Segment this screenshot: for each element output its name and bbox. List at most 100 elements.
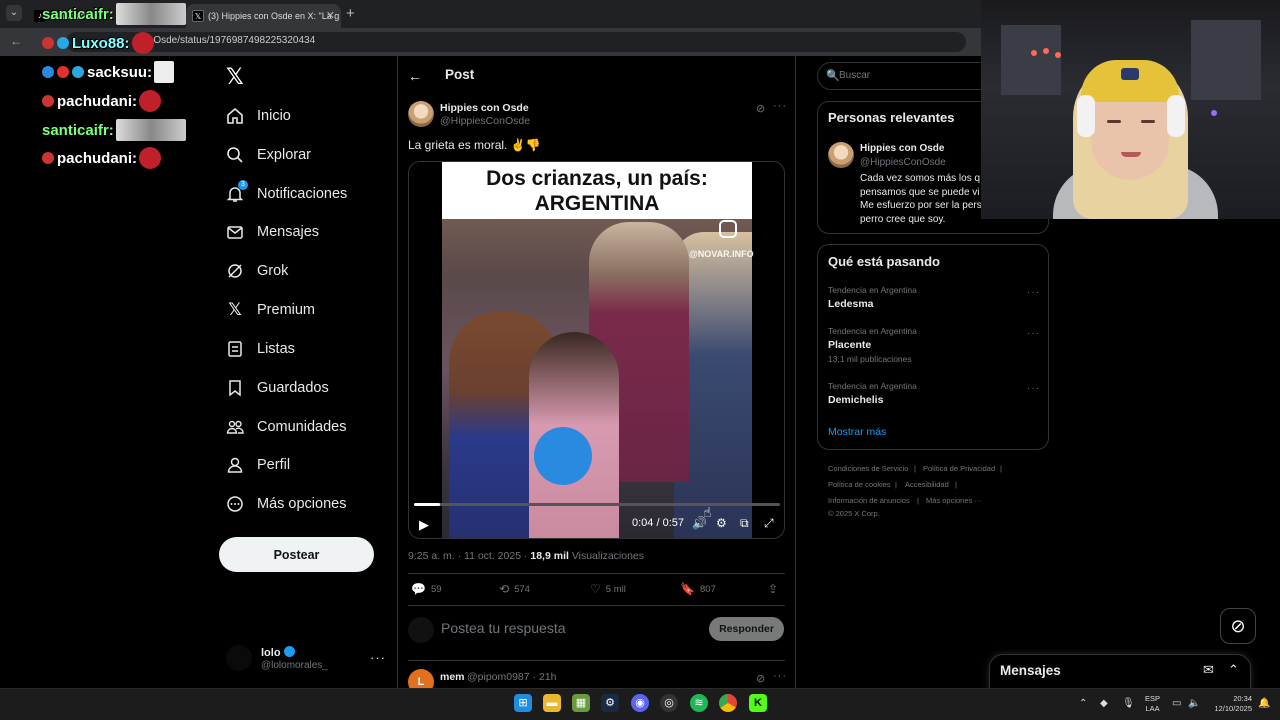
trend-name[interactable]: Placente <box>828 339 871 351</box>
clock-date: 12/10/2025 <box>1214 704 1252 713</box>
play-icon[interactable]: ▶ <box>419 517 429 533</box>
grok-explain-icon[interactable]: ⊘ <box>756 102 765 115</box>
views-label: Visualizaciones <box>568 550 645 562</box>
bio-line: Cada vez somos más los q <box>860 173 981 184</box>
nav-item-explore[interactable]: Explorar <box>226 143 311 167</box>
mouse-cursor-icon: ☝ <box>703 504 712 520</box>
like-action[interactable]: ♡ 5 mil <box>590 582 626 596</box>
reply-author-name[interactable]: mem <box>440 671 465 683</box>
windows-start-icon[interactable]: ⊞ <box>514 694 532 712</box>
search-icon: 🔍 <box>826 70 840 82</box>
author-handle[interactable]: @HippiesConOsde <box>440 115 530 127</box>
account-avatar[interactable] <box>226 645 252 671</box>
notification-bell-icon[interactable]: 🔔 <box>1258 698 1270 709</box>
new-message-icon[interactable]: ✉ <box>1203 662 1214 678</box>
new-tab-button[interactable]: + <box>346 4 355 24</box>
show-more-link[interactable]: Mostrar más <box>828 426 886 438</box>
grok-fab-button[interactable]: ⊘ <box>1220 608 1256 644</box>
obs-icon[interactable]: ◎ <box>660 694 678 712</box>
nav-label: Mensajes <box>257 224 320 240</box>
trend-name[interactable]: Demichelis <box>828 394 883 406</box>
bookmark-action[interactable]: 🔖 807 <box>680 582 716 596</box>
nav-item-messages[interactable]: Mensajes <box>226 220 319 244</box>
volume-icon[interactable]: 🔈 <box>1188 698 1200 709</box>
repost-action[interactable]: ⟲ 574 <box>499 582 530 596</box>
pip-icon[interactable]: ⧉ <box>740 516 749 531</box>
network-icon[interactable]: ▭ <box>1172 698 1181 709</box>
chat-message: santicaifr: <box>42 119 186 141</box>
divider <box>408 660 785 661</box>
search-input[interactable] <box>839 70 979 81</box>
share-action[interactable]: ⇪ <box>768 582 783 596</box>
footer-link[interactable]: Accesibilidad <box>905 480 949 489</box>
x-icon: 𝕏 <box>228 300 242 319</box>
relevant-name[interactable]: Hippies con Osde <box>860 143 944 154</box>
footer-link[interactable]: Política de Privacidad <box>923 464 995 473</box>
nav-item-bookmarks[interactable]: Guardados <box>226 376 329 400</box>
close-tab-icon[interactable]: ✕ <box>326 4 335 28</box>
reply-input[interactable]: Postea tu respuesta <box>441 620 566 636</box>
nav-item-communities[interactable]: Comunidades <box>226 415 346 439</box>
nav-item-home[interactable]: Inicio <box>226 104 291 128</box>
post-more-icon[interactable]: ··· <box>773 100 787 112</box>
nav-item-premium[interactable]: 𝕏 Premium <box>226 298 315 322</box>
video-player[interactable]: Dos crianzas, un país: ARGENTINA @NOVAR.… <box>408 161 785 539</box>
tray-chevron-icon[interactable]: ⌃ <box>1079 698 1087 709</box>
spotify-icon[interactable]: ≋ <box>690 694 708 712</box>
grok-explain-icon[interactable]: ⊘ <box>756 672 765 685</box>
nav-label: Guardados <box>257 380 329 396</box>
x-logo-icon[interactable]: 𝕏 <box>226 66 246 88</box>
trend-more-icon[interactable]: ··· <box>1027 383 1040 394</box>
nav-item-notifications[interactable]: 3 Notificaciones <box>226 180 347 206</box>
account-name-row[interactable]: lolo <box>261 646 295 659</box>
nav-item-profile[interactable]: Perfil <box>226 453 290 477</box>
language-indicator[interactable]: ESP LAA <box>1145 694 1160 714</box>
nav-label: Más opciones <box>257 496 347 512</box>
discord-icon[interactable]: ◉ <box>631 694 649 712</box>
messages-drawer-title[interactable]: Mensajes <box>1000 663 1061 678</box>
back-arrow-icon[interactable]: ← <box>408 68 422 84</box>
bio-line: perro cree que soy. <box>860 213 946 225</box>
lips-emote <box>131 32 154 54</box>
tray-app-icon[interactable]: ◆ <box>1100 698 1108 709</box>
chrome-icon[interactable] <box>719 694 737 712</box>
nav-label: Listas <box>257 341 295 357</box>
footer-link[interactable]: Condiciones de Servicio <box>828 464 908 473</box>
footer-link[interactable]: Más opciones ··· <box>926 496 982 505</box>
stream-chat-overlay: santicaifr: Luxo88: sacksuu: pachudani: … <box>0 0 200 180</box>
kick-icon[interactable]: K <box>749 694 767 712</box>
relevant-handle[interactable]: @HippiesConOsde <box>860 157 946 168</box>
relevant-avatar[interactable] <box>828 142 854 168</box>
background-light <box>1043 48 1049 54</box>
video-progress-fill <box>414 503 440 506</box>
author-avatar[interactable] <box>408 101 434 127</box>
fullscreen-icon[interactable]: ⤢ <box>764 516 774 531</box>
video-progress-bar[interactable] <box>414 503 780 506</box>
reply-more-icon[interactable]: ··· <box>773 670 787 682</box>
account-more-icon[interactable]: ··· <box>370 650 386 665</box>
nav-item-lists[interactable]: Listas <box>226 337 295 361</box>
reply-button[interactable]: Responder <box>709 617 784 641</box>
trend-more-icon[interactable]: ··· <box>1027 328 1040 339</box>
browser-tab-2[interactable]: 𝕏 (3) Hippies con Osde en X: "La g ✕ <box>186 4 341 28</box>
trend-more-icon[interactable]: ··· <box>1027 287 1040 298</box>
post-button[interactable]: Postear <box>219 537 374 572</box>
microphone-icon[interactable]: 🎙 <box>1122 698 1135 709</box>
footer-link[interactable]: Información de anuncios <box>828 496 910 505</box>
nav-item-grok[interactable]: Grok <box>226 259 288 283</box>
bio-line: pensamos que se puede vi <box>860 186 980 198</box>
file-explorer-icon[interactable]: ▬ <box>543 694 561 712</box>
settings-gear-icon[interactable]: ⚙ <box>716 516 727 530</box>
author-name[interactable]: Hippies con Osde <box>440 102 529 114</box>
reply-action[interactable]: 💬 59 <box>411 582 442 596</box>
app-icon[interactable]: ▦ <box>572 694 590 712</box>
bio-line: Me esfuerzo por ser la pers <box>860 200 982 211</box>
expand-chevron-icon[interactable]: ⌃ <box>1228 662 1239 678</box>
system-clock[interactable]: 20:34 12/10/2025 <box>1208 694 1252 714</box>
footer-separator: | <box>895 480 897 489</box>
nav-item-more[interactable]: Más opciones <box>226 492 346 516</box>
steam-icon[interactable]: ⚙ <box>601 694 619 712</box>
trend-name[interactable]: Ledesma <box>828 298 874 310</box>
footer-link[interactable]: Política de cookies <box>828 480 891 489</box>
bookmark-icon <box>226 379 244 397</box>
